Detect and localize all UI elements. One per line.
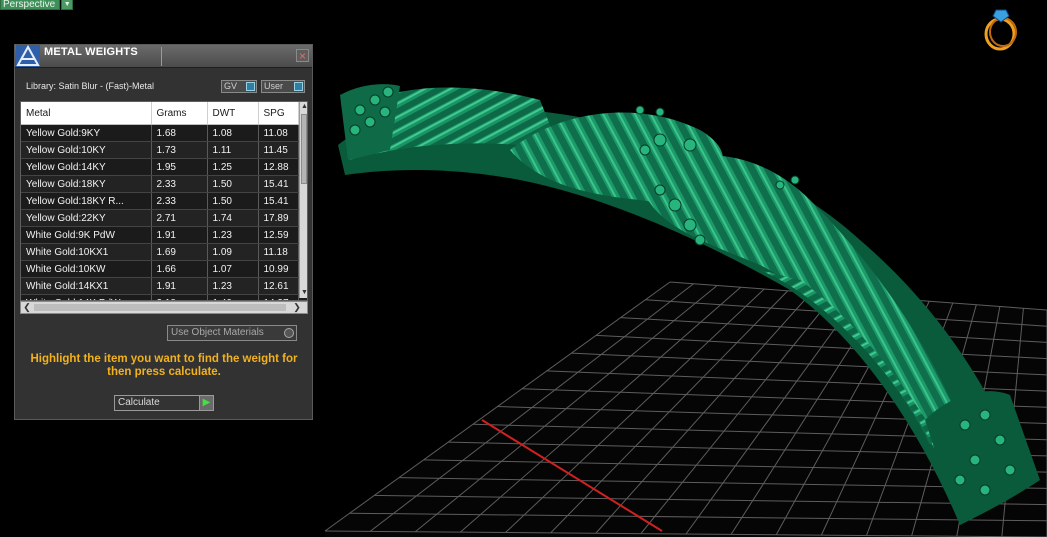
- calculate-button[interactable]: Calculate ▶: [114, 395, 214, 411]
- cell-grams: 1.95: [151, 158, 208, 176]
- scroll-down-icon[interactable]: ▼: [300, 288, 307, 298]
- table-row[interactable]: Yellow Gold:10KY 1.73 1.11 11.45: [21, 141, 299, 159]
- user-toggle-label: User: [264, 81, 284, 91]
- table-row[interactable]: Yellow Gold:14KY 1.95 1.25 12.88: [21, 158, 299, 176]
- cell-metal: Yellow Gold:14KY: [21, 158, 152, 176]
- cell-grams: 2.33: [151, 175, 208, 193]
- close-icon[interactable]: ×: [296, 49, 309, 62]
- ring-with-gem-icon[interactable]: [980, 4, 1024, 52]
- cell-metal: Yellow Gold:22KY: [21, 209, 152, 227]
- library-label: Library: Satin Blur - (Fast)-Metal: [26, 81, 155, 91]
- cell-metal: Yellow Gold:9KY: [21, 124, 152, 142]
- toggle-knob-icon: [294, 82, 303, 91]
- cell-metal: Yellow Gold:18KY R...: [21, 192, 152, 210]
- cell-metal: White Gold:10KW: [21, 260, 152, 278]
- table-header-row: Metal Grams DWT SPG: [21, 102, 299, 125]
- cell-metal: White Gold:10KX1: [21, 243, 152, 261]
- column-header-metal[interactable]: Metal: [21, 102, 152, 125]
- cell-dwt: 1.07: [207, 260, 259, 278]
- table-row[interactable]: White Gold:10KW 1.66 1.07 10.99: [21, 260, 299, 278]
- instruction-text: Highlight the item you want to find the …: [30, 353, 298, 378]
- table-row[interactable]: Yellow Gold:22KY 2.71 1.74 17.89: [21, 209, 299, 227]
- cell-spg: 15.41: [258, 175, 299, 193]
- table-row[interactable]: White Gold:10KX1 1.69 1.09 11.18: [21, 243, 299, 261]
- cell-spg: 15.41: [258, 192, 299, 210]
- scroll-right-icon[interactable]: ❯: [291, 302, 303, 313]
- cell-spg: 11.45: [258, 141, 299, 159]
- panel-titlebar[interactable]: METAL WEIGHTS ×: [15, 44, 312, 68]
- metal-table[interactable]: Metal Grams DWT SPG Yellow Gold:9KY 1.68 1…: [20, 101, 308, 301]
- column-header-spg[interactable]: SPG: [258, 102, 299, 125]
- metal-weights-panel: METAL WEIGHTS × Library: Satin Blur - (F…: [14, 44, 313, 420]
- cell-spg: 12.61: [258, 277, 299, 295]
- cell-spg: 12.88: [258, 158, 299, 176]
- cell-dwt: 1.25: [207, 158, 259, 176]
- cell-dwt: 1.23: [207, 277, 259, 295]
- gv-toggle[interactable]: GV: [221, 80, 257, 93]
- cell-dwt: 1.11: [207, 141, 259, 159]
- use-object-materials-label: Use Object Materials: [171, 327, 264, 338]
- cell-grams: 1.66: [151, 260, 208, 278]
- cell-grams: 1.91: [151, 226, 208, 244]
- cell-grams: 1.91: [151, 277, 208, 295]
- gv-toggle-label: GV: [224, 81, 238, 91]
- cell-spg: 12.59: [258, 226, 299, 244]
- column-header-dwt[interactable]: DWT: [207, 102, 259, 125]
- cell-metal: White Gold:9K PdW: [21, 226, 152, 244]
- cell-metal: Yellow Gold:10KY: [21, 141, 152, 159]
- scroll-left-icon[interactable]: ❮: [21, 302, 33, 313]
- cell-metal: White Gold:14KX1: [21, 277, 152, 295]
- cell-grams: 2.71: [151, 209, 208, 227]
- calculate-label: Calculate: [118, 397, 160, 408]
- horizontal-scrollbar[interactable]: ❮ ❯: [20, 301, 308, 314]
- cell-grams: 1.68: [151, 124, 208, 142]
- cell-grams: 1.69: [151, 243, 208, 261]
- cell-dwt: 1.23: [207, 226, 259, 244]
- scroll-thumb[interactable]: [34, 304, 286, 311]
- scroll-up-icon[interactable]: ▲: [300, 102, 307, 112]
- use-object-materials-option[interactable]: Use Object Materials: [167, 325, 297, 341]
- cell-grams: 1.73: [151, 141, 208, 159]
- app-logo-icon: [16, 44, 40, 67]
- table-row[interactable]: Yellow Gold:18KY R... 2.33 1.50 15.41: [21, 192, 299, 210]
- toggle-knob-icon: [246, 82, 255, 91]
- column-header-grams[interactable]: Grams: [151, 102, 208, 125]
- vertical-scrollbar[interactable]: ▲ ▼: [299, 102, 307, 298]
- cell-dwt: 1.09: [207, 243, 259, 261]
- cell-spg: 11.08: [258, 124, 299, 142]
- table-row[interactable]: White Gold:9K PdW 1.91 1.23 12.59: [21, 226, 299, 244]
- table-row[interactable]: White Gold:14KX1 1.91 1.23 12.61: [21, 277, 299, 295]
- titlebar-divider: [161, 47, 162, 66]
- cell-dwt: 1.50: [207, 192, 259, 210]
- cell-spg: 11.18: [258, 243, 299, 261]
- play-arrow-icon[interactable]: ▶: [199, 396, 213, 410]
- cell-spg: 10.99: [258, 260, 299, 278]
- cell-grams: 2.33: [151, 192, 208, 210]
- cell-spg: 17.89: [258, 209, 299, 227]
- user-toggle[interactable]: User: [261, 80, 305, 93]
- view-mode-selector[interactable]: Perspective ▼: [0, 0, 74, 10]
- chevron-down-icon[interactable]: ▼: [61, 0, 74, 10]
- scroll-thumb[interactable]: [301, 114, 307, 184]
- cell-dwt: 1.74: [207, 209, 259, 227]
- table-row[interactable]: Yellow Gold:18KY 2.33 1.50 15.41: [21, 175, 299, 193]
- cell-dwt: 1.08: [207, 124, 259, 142]
- radio-icon[interactable]: [284, 328, 294, 338]
- view-mode-label[interactable]: Perspective: [0, 0, 61, 10]
- cell-metal: Yellow Gold:18KY: [21, 175, 152, 193]
- table-row[interactable]: Yellow Gold:9KY 1.68 1.08 11.08: [21, 124, 299, 142]
- cell-dwt: 1.50: [207, 175, 259, 193]
- panel-title: METAL WEIGHTS: [44, 46, 138, 58]
